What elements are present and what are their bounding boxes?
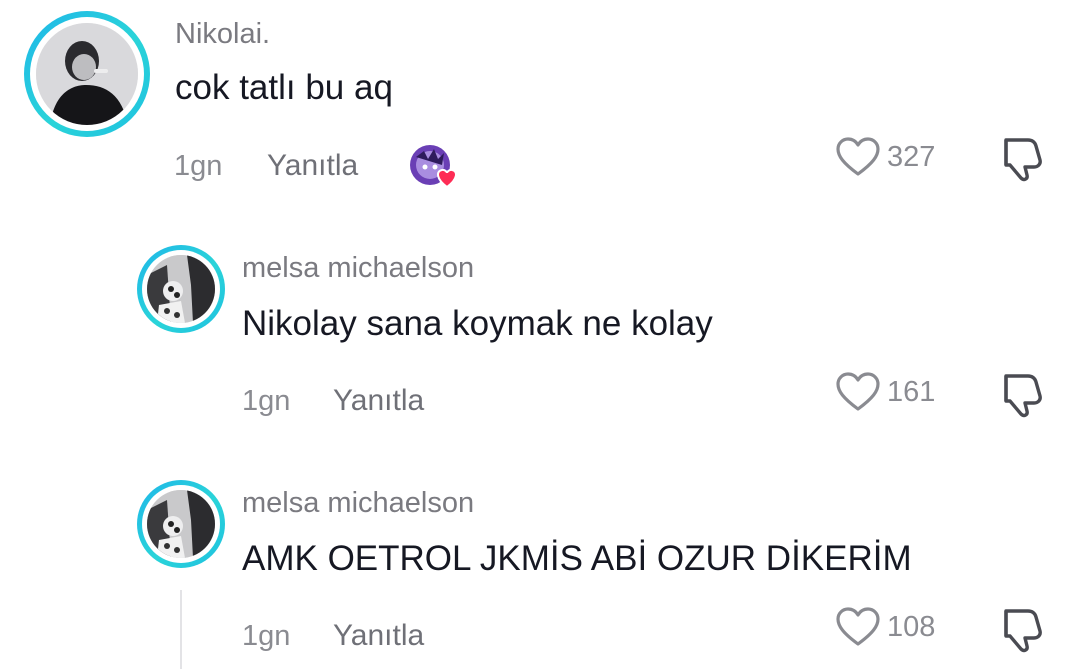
comment-timestamp: 1gn <box>242 385 291 417</box>
dislike-button[interactable] <box>996 134 1046 187</box>
comment-text: AMK OETROL JKMİS ABİ OZUR DİKERİM <box>242 539 912 578</box>
avatar-photo <box>36 23 138 125</box>
like-count: 161 <box>887 375 936 408</box>
avatar[interactable] <box>24 11 150 137</box>
avatar[interactable] <box>137 245 225 333</box>
reply-button[interactable]: Yanıtla <box>333 384 424 418</box>
heart-outline-icon <box>836 607 880 646</box>
like-button[interactable]: 108 <box>835 605 935 649</box>
comment-timestamp: 1gn <box>174 150 223 182</box>
avatar-photo <box>147 490 215 558</box>
reply-item: melsa michaelson Nikolay sana koymak ne … <box>0 240 1080 440</box>
comment-username[interactable]: melsa michaelson <box>242 487 474 520</box>
creator-liked-avatar-icon <box>408 143 462 189</box>
comment-text: Nikolay sana koymak ne kolay <box>242 304 713 343</box>
dislike-button[interactable] <box>996 605 1046 658</box>
reply-button[interactable]: Yanıtla <box>333 619 424 653</box>
comment-username[interactable]: melsa michaelson <box>242 252 474 285</box>
thumbs-down-icon <box>1004 609 1042 653</box>
like-count: 327 <box>887 140 936 173</box>
like-count: 108 <box>887 610 936 643</box>
reply-button[interactable]: Yanıtla <box>267 149 358 183</box>
like-button[interactable]: 327 <box>835 135 935 179</box>
like-button[interactable]: 161 <box>835 370 935 414</box>
thumbs-down-icon <box>1004 138 1042 182</box>
reply-item: melsa michaelson AMK OETROL JKMİS ABİ OZ… <box>0 475 1080 669</box>
heart-outline-icon <box>836 137 880 176</box>
thumbs-down-icon <box>1004 374 1042 418</box>
heart-outline-icon <box>836 372 880 411</box>
avatar[interactable] <box>137 480 225 568</box>
comment-text: cok tatlı bu aq <box>175 68 393 107</box>
dislike-button[interactable] <box>996 370 1046 423</box>
comment-timestamp: 1gn <box>242 620 291 652</box>
avatar-photo <box>147 255 215 323</box>
comment-username[interactable]: Nikolai. <box>175 18 270 51</box>
comment-item: Nikolai. cok tatlı bu aq 1gn Yanıtla 327 <box>0 0 1080 200</box>
